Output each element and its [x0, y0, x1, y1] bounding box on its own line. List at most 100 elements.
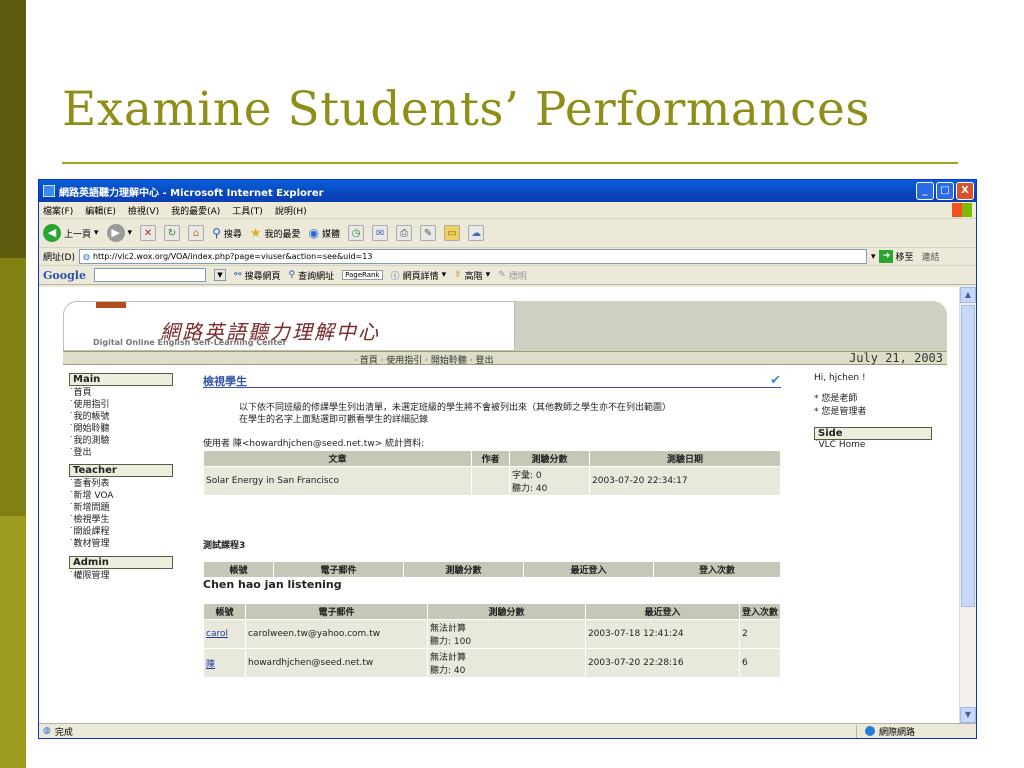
- student-account-link[interactable]: carol: [203, 619, 246, 649]
- cell-author: [471, 466, 510, 496]
- menu-tools[interactable]: 工具(T): [232, 204, 263, 217]
- home-icon[interactable]: ⌂: [188, 225, 205, 241]
- nav-item-logout[interactable]: ˙登出: [69, 447, 181, 459]
- print-icon[interactable]: ⎙: [396, 225, 413, 241]
- minimize-button[interactable]: _: [916, 182, 934, 200]
- refresh-icon[interactable]: ↻: [164, 225, 181, 241]
- nav-links[interactable]: · 首頁 · 使用指引 · 開始聆聽 · 登出: [354, 353, 493, 366]
- back-label: 上一頁: [64, 229, 92, 240]
- scroll-down-icon[interactable]: ▼: [960, 707, 976, 723]
- highlight-button[interactable]: ✎ 標明: [498, 269, 527, 282]
- google-logo[interactable]: Google: [43, 269, 86, 282]
- col-header-login-count: 登入次數: [653, 561, 781, 578]
- col-header-last-login: 最近登入: [584, 603, 740, 620]
- google-toolbar: Google ▼ ⚯ 搜尋網頁 ⚲ 查詢網址 PageRank ⓘ 網頁詳情 ▾…: [39, 266, 976, 285]
- col-header-email: 電子郵件: [244, 603, 428, 620]
- vlc-home-link[interactable]: ˙VLC Home: [814, 440, 944, 450]
- browser-window: 網路英語聽力理解中心 - Microsoft Internet Explorer…: [38, 179, 977, 739]
- page-info-button[interactable]: ⓘ 網頁詳情 ▾: [391, 269, 447, 282]
- description-hint: 在學生的名字上面點選即可觀看學生的詳細記錄: [239, 415, 429, 425]
- go-button[interactable]: ➜ 移至: [879, 250, 914, 263]
- nav-item-view-list[interactable]: ˙查看列表: [69, 478, 181, 490]
- vertical-scrollbar[interactable]: ▲ ▼: [959, 287, 976, 723]
- nav-item-listen[interactable]: ˙開始聆聽: [69, 423, 181, 435]
- cell-last-login: 2003-07-18 12:41:24: [584, 619, 740, 649]
- nav-item-guide[interactable]: ˙使用指引: [69, 399, 181, 411]
- page-title: 檢視學生: [203, 375, 247, 388]
- student-account-link[interactable]: 陳: [203, 648, 246, 678]
- address-dropdown-icon[interactable]: ▾: [871, 252, 876, 262]
- up-folder-icon: ⇧: [454, 270, 462, 280]
- back-button[interactable]: ◀ 上一頁 ▾: [43, 224, 99, 242]
- pagerank-label: PageRank: [342, 270, 383, 280]
- score-vocab: 無法計算: [429, 653, 466, 663]
- admin-section-head: Admin: [69, 556, 173, 569]
- cell-score: 無法計算 聽力: 40: [426, 648, 586, 678]
- maximize-button[interactable]: □: [936, 182, 954, 200]
- decor-bar-bottom: [0, 516, 26, 768]
- nav-item-add-voa[interactable]: ˙新增 VOA: [69, 490, 181, 502]
- up-button[interactable]: ⇧ 高階 ▾: [454, 269, 490, 282]
- nav-item-open-course[interactable]: ˙開設課程: [69, 526, 181, 538]
- menu-help[interactable]: 說明(H): [275, 204, 307, 217]
- favorites-button[interactable]: ★ 我的最愛: [250, 226, 301, 241]
- score-vocab: 字彙: 0: [512, 471, 542, 481]
- media-label: 媒體: [322, 229, 341, 240]
- google-dropdown-icon[interactable]: ▼: [213, 269, 226, 281]
- slide: Examine Students’ Performances 網路英語聽力理解中…: [0, 0, 1024, 768]
- search-web-button[interactable]: ⚯ 搜尋網頁: [234, 269, 281, 282]
- messenger-icon[interactable]: ☁: [468, 225, 485, 241]
- binoculars-icon: ⚯: [233, 270, 242, 280]
- google-search-input[interactable]: [93, 268, 206, 282]
- go-label: 移至: [895, 253, 914, 263]
- nav-item-permissions[interactable]: ˙權限管理: [69, 570, 181, 582]
- page-info-label: 網頁詳情: [402, 271, 439, 282]
- col-header-last-login: 最近登入: [523, 561, 654, 578]
- search-button[interactable]: ⚲ 搜尋: [212, 226, 242, 240]
- site-nav: · 首頁 · 使用指引 · 開始聆聽 · 登出 July 21, 2003: [63, 351, 947, 366]
- col-header-account: 帳號: [203, 603, 246, 620]
- right-sidebar: Hi, hjchen ! * 您是老師 * 您是管理者 Side ˙VLC Ho…: [814, 373, 944, 450]
- course-header-row: 帳號 電子郵件 測驗分數 最近登入 登入次數: [203, 561, 781, 578]
- menu-file[interactable]: 檔案(F): [43, 204, 73, 217]
- account-link[interactable]: 陳: [206, 660, 215, 670]
- ie-icon: [43, 185, 55, 197]
- edit-icon[interactable]: ✎: [420, 225, 437, 241]
- cell-last-login: 2003-07-20 22:28:16: [584, 648, 740, 678]
- star-icon: ★: [249, 225, 262, 241]
- nav-item-account[interactable]: ˙我的帳號: [69, 411, 181, 423]
- nav-item-my-tests[interactable]: ˙我的測驗: [69, 435, 181, 447]
- menu-edit[interactable]: 編輯(E): [85, 204, 116, 217]
- menu-view[interactable]: 檢視(V): [128, 204, 159, 217]
- search-site-button[interactable]: ⚲ 查詢網址: [289, 269, 335, 282]
- media-button[interactable]: ◉ 媒體: [309, 226, 341, 240]
- col-header-score: 測驗分數: [509, 450, 590, 467]
- back-arrow-icon: ◀: [43, 224, 61, 242]
- nav-item-home[interactable]: ˙首頁: [69, 387, 181, 399]
- menu-favorites[interactable]: 我的最愛(A): [171, 204, 220, 217]
- mail-icon[interactable]: ✉: [372, 225, 389, 241]
- address-input[interactable]: ◍ http://vlc2.wox.org/VOA/index.php?page…: [78, 249, 867, 264]
- history-icon[interactable]: ◷: [348, 225, 365, 241]
- address-url: http://vlc2.wox.org/VOA/index.php?page=v…: [92, 252, 373, 261]
- close-button[interactable]: X: [956, 182, 974, 200]
- addressbar: 網址(D) ◍ http://vlc2.wox.org/VOA/index.ph…: [39, 248, 976, 266]
- folder-icon[interactable]: ▭: [444, 225, 461, 241]
- nav-item-view-students[interactable]: ˙檢視學生: [69, 514, 181, 526]
- scroll-thumb[interactable]: [961, 305, 975, 607]
- page-icon: ◍: [82, 252, 90, 261]
- slide-title: Examine Students’ Performances: [62, 82, 870, 137]
- window-title: 網路英語聽力理解中心 - Microsoft Internet Explorer: [59, 187, 324, 199]
- search-label: 搜尋: [223, 229, 242, 240]
- links-label[interactable]: 連結: [922, 250, 940, 263]
- nav-item-add-question[interactable]: ˙新增問題: [69, 502, 181, 514]
- scroll-up-icon[interactable]: ▲: [960, 287, 976, 303]
- nav-item-materials[interactable]: ˙教材管理: [69, 538, 181, 550]
- account-link[interactable]: carol: [206, 629, 228, 639]
- course-header-table: 帳號 電子郵件 測驗分數 最近登入 登入次數: [203, 561, 781, 578]
- dropdown-icon: ▾: [485, 270, 491, 280]
- media-icon: ◉: [308, 226, 320, 240]
- forward-button[interactable]: ▶ ▾: [106, 224, 132, 242]
- main-panel: 檢視學生 ✔ 以下依不同班級的修課學生列出清單，未選定班級的學生將不會被列出來（…: [203, 373, 783, 678]
- stop-icon[interactable]: ✕: [140, 225, 157, 241]
